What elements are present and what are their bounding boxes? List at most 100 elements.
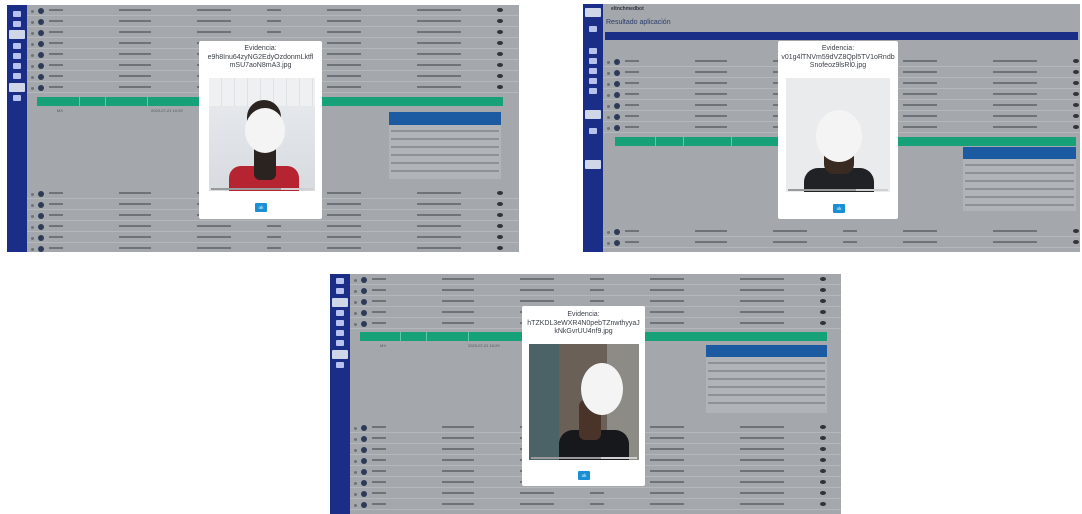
chart-icon[interactable]	[13, 63, 21, 69]
expand-icon	[31, 204, 34, 207]
list-icon[interactable]	[336, 310, 344, 316]
eye-icon[interactable]	[820, 458, 826, 462]
row-cell	[119, 192, 151, 194]
expand-icon	[354, 301, 357, 304]
eye-icon[interactable]	[820, 447, 826, 451]
table-row[interactable]	[27, 232, 519, 243]
row-cell	[372, 426, 386, 428]
settings-icon[interactable]	[13, 73, 21, 79]
table-row[interactable]	[350, 285, 841, 296]
eye-icon[interactable]	[497, 19, 503, 23]
row-cell	[442, 448, 474, 450]
eye-icon[interactable]	[820, 310, 826, 314]
eye-icon[interactable]	[1073, 81, 1079, 85]
list-icon[interactable]	[13, 43, 21, 49]
menu-icon[interactable]	[336, 288, 344, 294]
eye-icon[interactable]	[497, 202, 503, 206]
eye-icon[interactable]	[1073, 59, 1079, 63]
results-icon[interactable]	[332, 298, 348, 307]
expand-icon	[31, 193, 34, 196]
list-icon[interactable]	[589, 48, 597, 54]
table-row[interactable]	[27, 16, 519, 27]
eye-icon[interactable]	[497, 235, 503, 239]
eye-icon[interactable]	[497, 74, 503, 78]
home-icon[interactable]	[13, 11, 21, 17]
logout-icon[interactable]	[336, 362, 344, 368]
row-cell	[650, 503, 684, 505]
row-cell	[119, 236, 151, 238]
eye-icon[interactable]	[820, 502, 826, 506]
ok-button[interactable]: ok	[578, 471, 590, 480]
eye-icon[interactable]	[497, 213, 503, 217]
row-cell	[327, 75, 361, 77]
logout-icon[interactable]	[13, 95, 21, 101]
ok-button[interactable]: ok	[833, 204, 845, 213]
eye-icon[interactable]	[820, 425, 826, 429]
eye-icon[interactable]	[1073, 229, 1079, 233]
table-row[interactable]	[350, 488, 841, 499]
home-icon[interactable]	[585, 8, 601, 17]
eye-icon[interactable]	[497, 52, 503, 56]
eye-icon[interactable]	[820, 321, 826, 325]
home-icon[interactable]	[336, 278, 344, 284]
eye-icon[interactable]	[820, 436, 826, 440]
menu-icon[interactable]	[13, 21, 21, 27]
eye-icon[interactable]	[497, 63, 503, 67]
eye-icon[interactable]	[1073, 103, 1079, 107]
user-icon[interactable]	[13, 53, 21, 59]
eye-icon[interactable]	[1073, 114, 1079, 118]
eye-icon[interactable]	[1073, 125, 1079, 129]
row-cell	[903, 115, 937, 117]
eye-icon[interactable]	[1073, 70, 1079, 74]
eye-icon[interactable]	[497, 246, 503, 250]
evidence-icon[interactable]	[585, 160, 601, 169]
expand-icon	[354, 504, 357, 507]
table-row[interactable]	[603, 226, 1080, 237]
eye-icon[interactable]	[820, 299, 826, 303]
user-icon[interactable]	[336, 320, 344, 326]
expand-icon	[31, 43, 34, 46]
screenshot-3: MX 2023-07-21 10:29 Evidencia: hTZKDL3eW…	[330, 274, 841, 514]
table-row[interactable]	[603, 237, 1080, 248]
evidence-icon[interactable]	[332, 350, 348, 359]
eye-icon[interactable]	[497, 30, 503, 34]
table-row[interactable]	[27, 221, 519, 232]
evidence-icon[interactable]	[9, 83, 25, 92]
eye-icon[interactable]	[820, 288, 826, 292]
evidence-photo	[786, 78, 890, 192]
row-cell	[119, 203, 151, 205]
expand-icon	[354, 290, 357, 293]
settings-icon[interactable]	[589, 128, 597, 134]
doc-icon[interactable]	[589, 88, 597, 94]
eye-icon[interactable]	[497, 85, 503, 89]
row-cell	[442, 481, 474, 483]
eye-icon[interactable]	[497, 8, 503, 12]
results-icon[interactable]	[9, 30, 25, 39]
table-row[interactable]	[27, 27, 519, 38]
eye-icon[interactable]	[820, 491, 826, 495]
eye-icon[interactable]	[497, 224, 503, 228]
results-icon[interactable]	[585, 110, 601, 119]
eye-icon[interactable]	[1073, 92, 1079, 96]
chart-icon[interactable]	[589, 68, 597, 74]
chart-icon[interactable]	[336, 330, 344, 336]
menu-icon[interactable]	[589, 26, 597, 32]
eye-icon[interactable]	[497, 191, 503, 195]
ok-button[interactable]: ok	[255, 203, 267, 212]
status-dot-icon	[361, 310, 367, 316]
user-icon[interactable]	[589, 58, 597, 64]
eye-icon[interactable]	[820, 277, 826, 281]
report-icon[interactable]	[589, 78, 597, 84]
eye-icon[interactable]	[497, 41, 503, 45]
settings-icon[interactable]	[336, 340, 344, 346]
table-row[interactable]	[350, 274, 841, 285]
status-dot-icon	[38, 246, 44, 252]
table-row[interactable]	[27, 243, 519, 252]
expand-icon	[31, 248, 34, 251]
table-row[interactable]	[350, 499, 841, 510]
eye-icon[interactable]	[820, 469, 826, 473]
eye-icon[interactable]	[1073, 240, 1079, 244]
eye-icon[interactable]	[820, 480, 826, 484]
table-row[interactable]	[27, 5, 519, 16]
evidence-modal: Evidencia: hTZKDL3eWXR4N0pebTZnwthyyaJ k…	[522, 306, 645, 486]
